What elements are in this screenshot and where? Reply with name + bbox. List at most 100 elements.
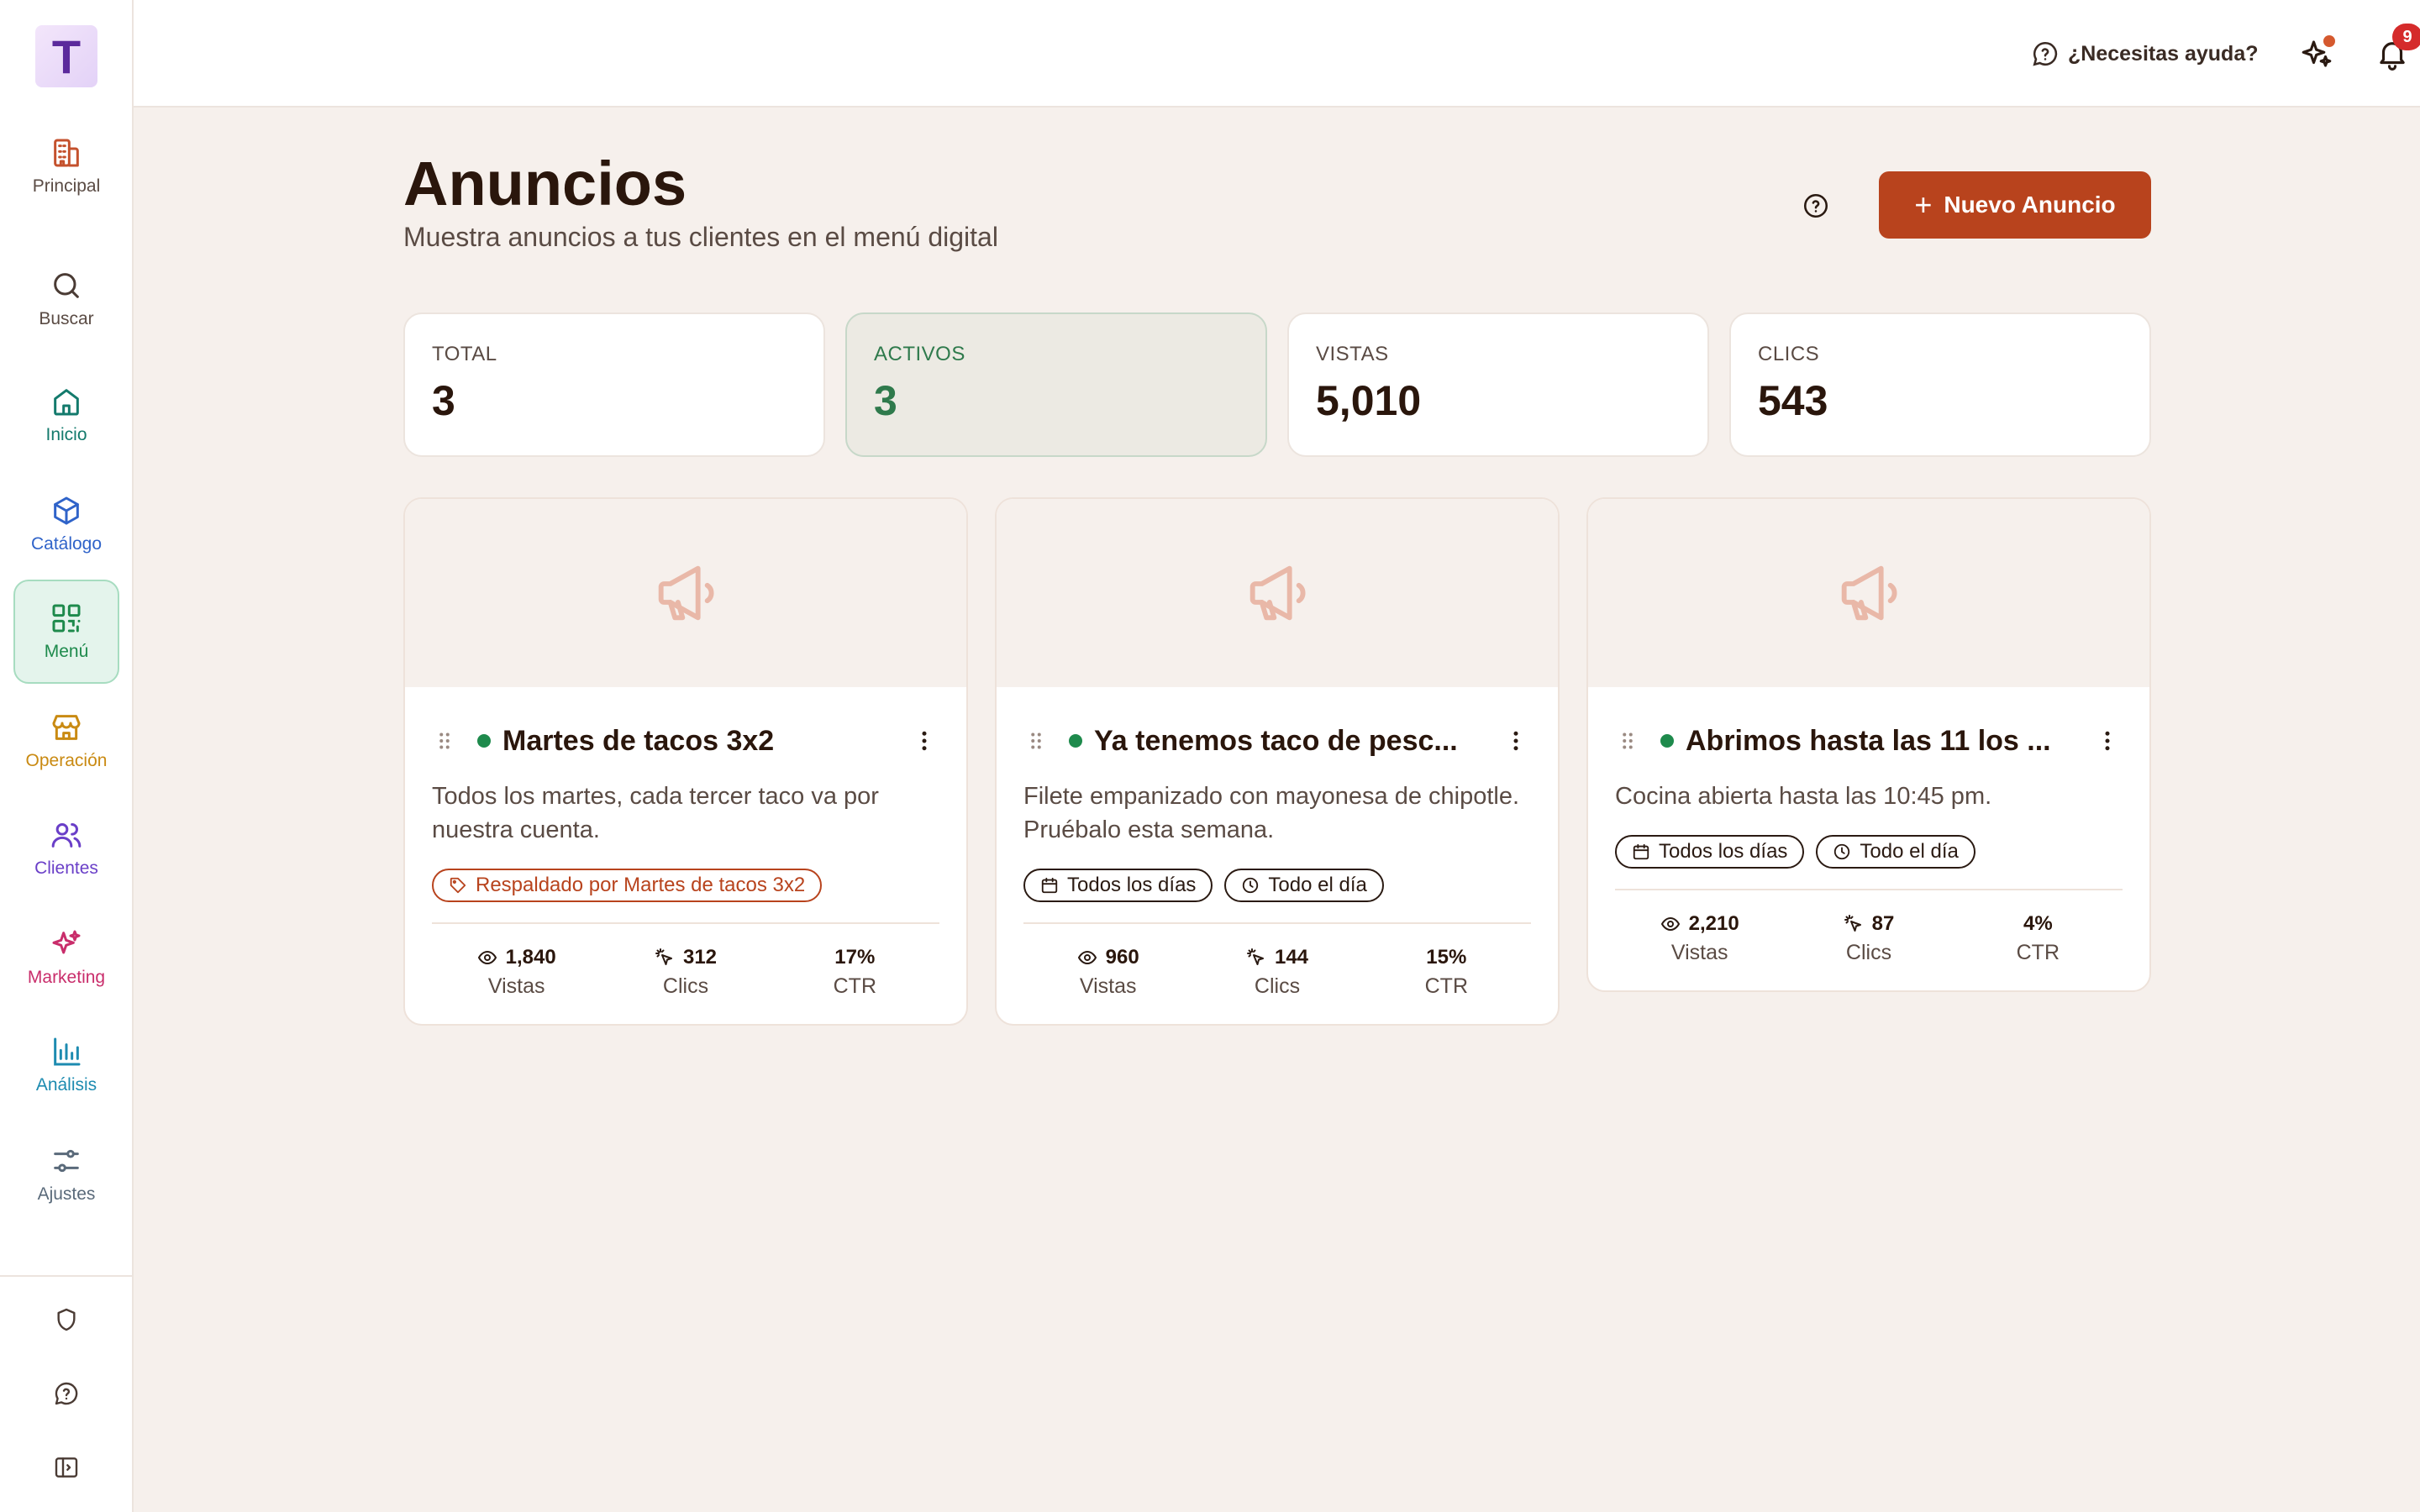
ad-card[interactable]: Abrimos hasta las 11 los ... Cocina abie… [1586,497,2151,992]
support-button[interactable] [49,1376,84,1411]
ad-image-placeholder [1588,499,2149,687]
collapse-sidebar-button[interactable] [49,1450,84,1485]
ad-stat-clicks: 312 Clics [601,946,770,999]
top-bar: ¿Necesitas ayuda? 9 F [134,0,2420,108]
sidebar-item-principal[interactable]: Principal [13,114,119,218]
schedule-days-chip: Todos los días [1615,835,1805,869]
more-vertical-icon [922,731,927,751]
ctr-value: 17% [834,946,876,969]
stat-value: 543 [1758,377,1828,424]
more-options-button[interactable] [909,726,939,756]
ad-stats: 960 Vistas 144 Clics 15% CTR [1023,922,1531,999]
status-active-dot [1660,734,1674,748]
sidebar-item-operacion[interactable]: Operación [13,689,119,793]
stat-card-active[interactable]: ACTIVOS 3 [845,312,1267,457]
chip-label: Todos los días [1067,874,1197,896]
building-icon [54,139,79,167]
sidebar-item-label: Principal [32,176,101,196]
chip-label: Respaldado por Martes de tacos 3x2 [476,874,806,896]
ad-stat-clicks: 144 Clics [1192,946,1361,999]
calendar-icon [1041,877,1058,894]
bar-chart-icon [54,1037,81,1066]
megaphone-icon [1249,565,1306,621]
new-ad-button[interactable]: + Nuevo Anuncio [1879,171,2151,239]
stat-value: 3 [874,377,897,424]
qr-code-icon [52,604,81,633]
eye-icon [477,950,497,965]
new-indicator-dot [2323,35,2335,47]
shield-icon [57,1308,76,1331]
views-value: 960 [1105,946,1139,969]
ad-stats: 1,840 Vistas 312 Clics 17% CTR [432,922,939,999]
ad-stat-clicks: 87 Clics [1784,912,1953,965]
chip-label: Todo el día [1268,874,1367,896]
help-link[interactable]: ¿Necesitas ayuda? [2031,37,2259,71]
calendar-icon [1633,843,1649,860]
ad-stats: 2,210 Vistas 87 Clics 4% CTR [1615,889,2123,965]
drag-handle-icon[interactable] [1615,728,1640,753]
sliders-icon [54,1149,79,1173]
tag-icon [450,877,466,894]
ctr-value: 4% [2023,912,2053,935]
click-pointer-icon [655,948,672,965]
page-help-button[interactable] [1800,190,1832,222]
help-circle-icon [2033,41,2058,66]
stat-label: CLICS [1758,343,1820,365]
stat-value: 5,010 [1316,377,1422,424]
ad-stat-ctr: 17% CTR [771,946,939,999]
ad-card[interactable]: Martes de tacos 3x2 Todos los martes, ca… [403,497,968,1026]
stat-label: ACTIVOS [874,343,965,365]
chip-label: Todo el día [1860,840,1959,863]
sidebar-item-menu[interactable]: Menú [13,580,119,684]
sidebar-item-catalogo[interactable]: Catálogo [13,472,119,576]
search-icon [54,273,79,298]
question-circle-icon [1803,193,1828,218]
ad-title: Ya tenemos taco de pesc... [1094,724,1458,757]
ad-stat-views: 2,210 Vistas [1615,912,1784,965]
sidebar-item-marketing[interactable]: Marketing [13,906,119,1010]
page-subtitle: Muestra anuncios a tus clientes en el me… [403,222,998,252]
ctr-value: 15% [1426,946,1467,969]
chip-label: Todos los días [1659,840,1788,863]
sidebar-item-label: Inicio [45,425,87,444]
sidebar: T Principal Buscar Inicio Catálogo Menú … [0,0,134,1512]
stat-label: TOTAL [432,343,497,365]
plus-icon: + [1914,187,1933,222]
ad-card[interactable]: Ya tenemos taco de pesc... Filete empani… [995,497,1560,1026]
app-logo[interactable]: T [35,25,97,87]
more-vertical-icon [2105,731,2110,751]
sidebar-item-analisis[interactable]: Análisis [13,1013,119,1117]
status-active-dot [1069,734,1082,748]
more-options-button[interactable] [1501,726,1531,756]
panel-toggle-icon [55,1457,78,1478]
sidebar-item-clientes[interactable]: Clientes [13,796,119,900]
megaphone-icon [1841,565,1897,621]
sidebar-item-inicio[interactable]: Inicio [13,363,119,467]
clicks-value: 87 [1871,912,1895,935]
home-icon [54,389,79,416]
ad-stat-views: 960 Vistas [1023,946,1192,999]
sidebar-item-ajustes[interactable]: Ajustes [13,1122,119,1226]
drag-handle-icon[interactable] [432,728,457,753]
box-icon [54,496,79,525]
stat-card-clicks: CLICS 543 [1729,312,2151,457]
ad-title: Abrimos hasta las 11 los ... [1686,724,2051,757]
new-ad-button-label: Nuevo Anuncio [1944,192,2116,218]
sidebar-item-label: Operación [25,751,108,770]
notifications-button[interactable]: 9 [2372,24,2420,74]
sidebar-divider [0,1275,132,1277]
sidebar-item-buscar[interactable]: Buscar [13,247,119,351]
click-pointer-icon [1246,948,1264,965]
ad-stat-ctr: 15% CTR [1362,946,1531,999]
ad-description: Filete empanizado con mayonesa de chipot… [1023,783,1520,843]
views-label: Vistas [1079,974,1137,998]
ai-assistant-button[interactable] [2296,34,2337,74]
views-value: 2,210 [1688,912,1739,935]
drag-handle-icon[interactable] [1023,728,1049,753]
security-button[interactable] [49,1302,84,1337]
more-options-button[interactable] [2092,726,2123,756]
clicks-value: 144 [1274,946,1309,969]
more-vertical-icon [1513,731,1518,751]
clicks-label: Clics [662,974,709,998]
ad-stat-ctr: 4% CTR [1954,912,2123,965]
